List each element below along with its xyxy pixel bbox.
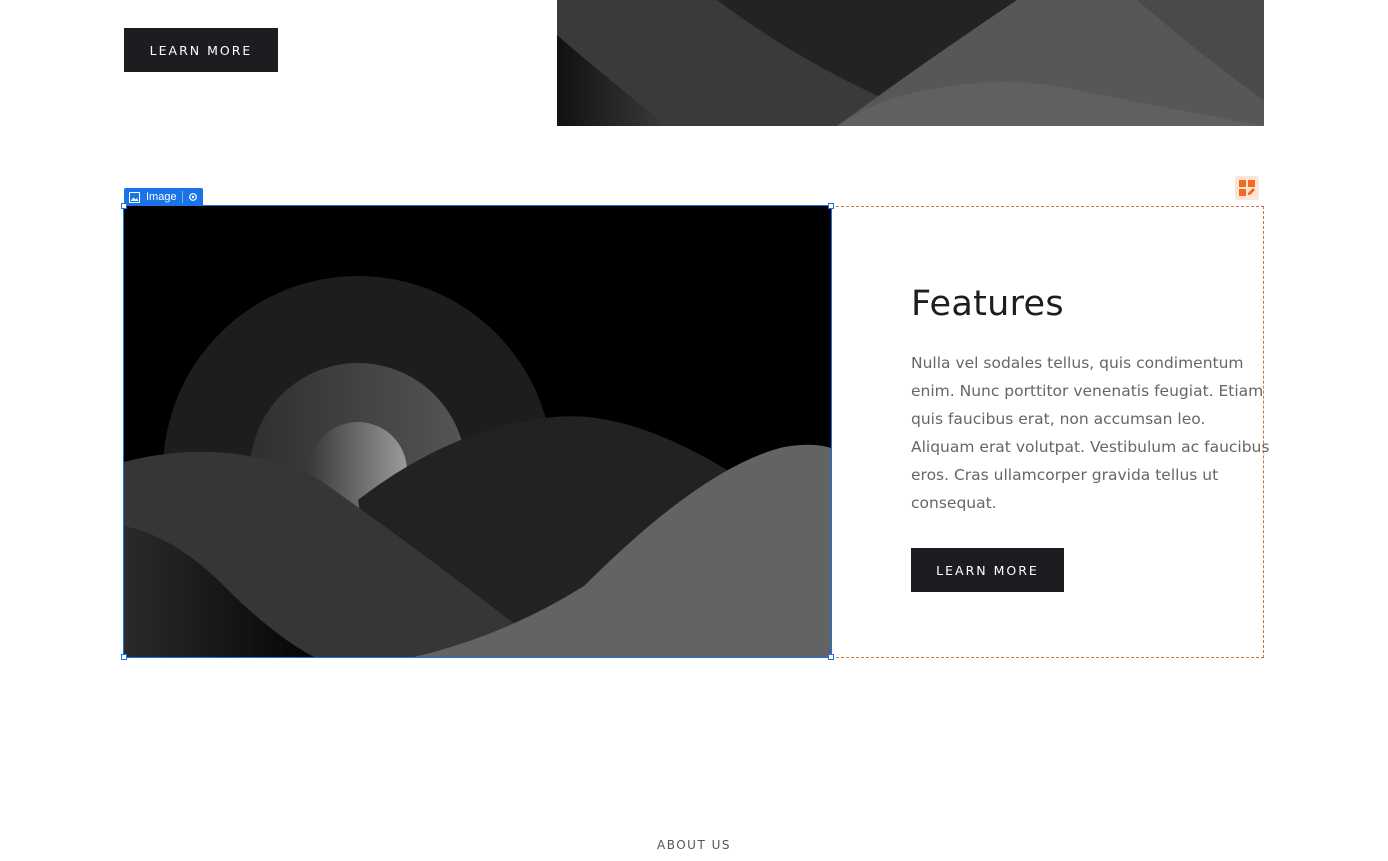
top-image-graphic	[557, 0, 1264, 126]
image-type-label: Image	[146, 191, 177, 203]
top-abstract-image[interactable]	[557, 0, 1264, 126]
resize-handle-top-right[interactable]	[828, 203, 834, 209]
top-learn-more-button[interactable]: LEARN MORE	[124, 28, 278, 72]
image-settings-button[interactable]	[183, 188, 203, 206]
gear-icon	[188, 192, 198, 202]
selected-abstract-image[interactable]	[123, 205, 832, 658]
features-body-text: Nulla vel sodales tellus, quis condiment…	[911, 354, 1270, 512]
layout-edit-icon[interactable]	[1235, 176, 1259, 200]
image-icon	[129, 191, 140, 203]
features-image-graphic	[124, 206, 831, 657]
image-type-tag[interactable]: Image	[124, 188, 182, 206]
features-learn-more-button[interactable]: LEARN MORE	[911, 548, 1064, 592]
about-us-section-label: ABOUT US	[656, 838, 731, 852]
features-heading: Features	[911, 284, 1064, 324]
resize-handle-top-left[interactable]	[121, 203, 127, 209]
resize-handle-bottom-left[interactable]	[121, 654, 127, 660]
resize-handle-bottom-right[interactable]	[828, 654, 834, 660]
image-element-toolbar[interactable]: Image	[124, 188, 203, 206]
